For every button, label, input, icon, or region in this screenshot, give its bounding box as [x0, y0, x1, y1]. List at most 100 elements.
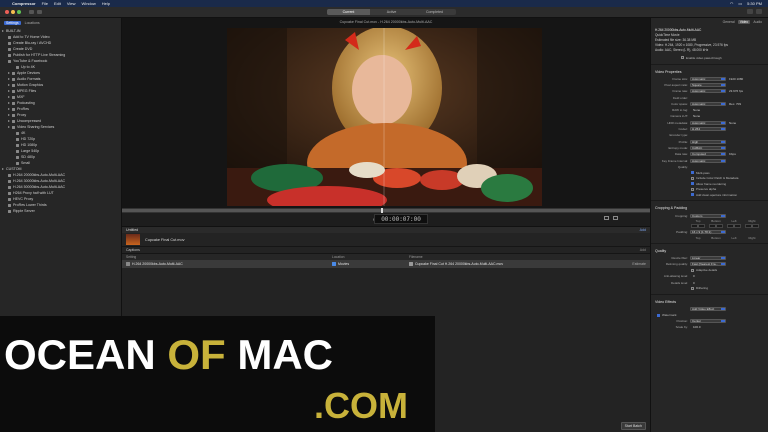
cropping-title: Cropping & Padding [655, 206, 688, 211]
property-value[interactable]: 23.976 fps [729, 89, 743, 93]
disclosure-triangle-icon[interactable] [2, 30, 4, 32]
column-location[interactable]: Location [332, 255, 409, 259]
crop-left-field[interactable]: 0 [727, 224, 741, 229]
menu-edit[interactable]: Edit [54, 1, 61, 6]
menu-view[interactable]: View [67, 1, 76, 6]
disclosure-triangle-icon[interactable] [8, 84, 10, 86]
output-location[interactable]: Movies [338, 262, 349, 266]
property-popup[interactable]: H.264 [690, 127, 726, 132]
property-popup[interactable]: Automatic [690, 101, 726, 106]
property-popup[interactable]: High [690, 139, 726, 144]
anti-aliasing-value[interactable]: 0 [693, 274, 695, 278]
tab-completed[interactable]: Completed [413, 9, 456, 15]
disclosure-triangle-icon[interactable] [8, 108, 10, 110]
job-row[interactable]: Cupcake Final Cut.mov [122, 233, 650, 247]
output-filename[interactable]: Cupcake Final Cut H.264 20000kbs-Auto-Mu… [415, 262, 503, 266]
output-row[interactable]: H.264 20000kbs-Auto-Multi-AAC Movies Cup… [122, 260, 650, 268]
checkbox-box[interactable] [691, 193, 694, 197]
retiming-popup[interactable]: Fast (Nearest Fra... [690, 262, 726, 267]
inspector-tab-video[interactable]: Video [737, 20, 751, 24]
file-icon [409, 262, 413, 266]
inspector-tab-audio[interactable]: Audio [751, 20, 764, 24]
padding-popup[interactable]: 16 x 9 (1.78:1) [690, 229, 726, 234]
property-label: Frame size: [672, 76, 688, 81]
column-filename[interactable]: Filename [409, 255, 646, 259]
position-popup[interactable]: Center [690, 319, 726, 324]
disclosure-triangle-icon[interactable] [8, 126, 10, 128]
disclosure-triangle-icon[interactable] [8, 114, 10, 116]
property-value[interactable]: None [693, 114, 700, 118]
disclosure-triangle-icon[interactable] [8, 120, 10, 122]
disclosure-triangle-icon[interactable] [8, 78, 10, 80]
share-icon[interactable] [756, 9, 762, 14]
edge-label: Left [731, 219, 737, 224]
menu-window[interactable]: Window [82, 1, 96, 6]
start-batch-button[interactable]: Start Batch [620, 422, 646, 430]
add-video-effect-popup[interactable]: Add Video Effect [690, 307, 726, 312]
passthrough-checkbox[interactable]: Enable video pass-through [651, 55, 768, 61]
property-popup[interactable]: Automatic [690, 76, 726, 81]
resize-filter-popup[interactable]: Linear [690, 256, 726, 261]
crop-top-field[interactable]: 0 [691, 224, 705, 229]
property-label: Entropy mode: [668, 145, 688, 150]
scale-value[interactable]: 100.0 [693, 325, 701, 329]
disclosure-triangle-icon[interactable] [8, 72, 10, 74]
sidebar-setting-item[interactable]: Ripple Server [2, 208, 119, 214]
sidebar-tab-settings[interactable]: Settings [4, 21, 21, 25]
show-inspector-icon[interactable] [747, 9, 753, 14]
option-checkbox[interactable]: Add clean aperture information [651, 192, 768, 198]
batch-add-button[interactable]: Add [640, 228, 646, 232]
close-window-button[interactable] [5, 10, 9, 14]
cropping-popup[interactable]: Custom [690, 213, 726, 218]
disclosure-triangle-icon[interactable] [8, 102, 10, 104]
checkbox-box[interactable] [691, 171, 694, 175]
menu-help[interactable]: Help [102, 1, 110, 6]
property-value[interactable]: None [729, 121, 736, 125]
wifi-icon[interactable]: ◠ [730, 1, 734, 6]
menu-app-name[interactable]: Compressor [12, 1, 36, 6]
checkbox-box[interactable] [691, 187, 694, 191]
property-popup[interactable]: Automatic [690, 158, 726, 163]
property-popup[interactable]: Square [690, 82, 726, 87]
split-view-icon[interactable] [604, 216, 609, 220]
minimize-window-button[interactable] [11, 10, 15, 14]
checkbox-box[interactable] [691, 176, 694, 180]
checkbox-box[interactable] [691, 182, 694, 186]
disclosure-triangle-icon[interactable] [8, 90, 10, 92]
property-value[interactable]: Rec. 709 [729, 102, 741, 106]
property-value[interactable]: 1920 1080 [729, 77, 743, 81]
battery-icon[interactable]: ▭ [738, 1, 742, 6]
show-settings-icon[interactable] [37, 10, 42, 14]
video-frame[interactable] [227, 28, 542, 206]
disclosure-triangle-icon[interactable] [8, 96, 10, 98]
zoom-window-button[interactable] [17, 10, 21, 14]
disclosure-triangle-icon[interactable] [2, 168, 4, 170]
crop-bottom-field[interactable]: 0 [709, 224, 723, 229]
inspector-tab-general[interactable]: General [721, 20, 737, 24]
setting-icon [12, 77, 15, 81]
sidebar-tab-locations[interactable]: Locations [23, 21, 42, 25]
timecode-display[interactable]: 00:00:07:00 [374, 214, 428, 224]
property-popup[interactable]: Automatic [690, 120, 726, 125]
crop-right-field[interactable]: 0 [745, 224, 759, 229]
details-level-value[interactable]: 0 [693, 281, 695, 285]
tab-current[interactable]: Current [327, 9, 370, 15]
menu-clock[interactable]: 5:30 PM [747, 1, 762, 6]
property-popup[interactable]: Automatic [690, 89, 726, 94]
setting-icon [12, 119, 15, 123]
tab-active[interactable]: Active [370, 9, 413, 15]
property-label: Key Frame Interval: [661, 158, 688, 163]
menu-file[interactable]: File [42, 1, 48, 6]
scale-row: Scale by: 100.0 [651, 324, 768, 330]
captions-add-button[interactable]: Add [640, 248, 646, 252]
property-value[interactable]: None [693, 108, 700, 112]
dithering-checkbox[interactable]: Dithering [651, 286, 768, 292]
property-popup[interactable]: CABAC [690, 145, 726, 150]
setting-icon [8, 173, 11, 177]
property-popup[interactable]: Computed [690, 152, 726, 157]
column-setting[interactable]: Setting [126, 255, 332, 259]
mark-icon[interactable] [613, 216, 618, 220]
property-value[interactable]: Kbps [729, 152, 736, 156]
add-file-icon[interactable] [29, 10, 34, 14]
setting-icon [8, 41, 11, 45]
